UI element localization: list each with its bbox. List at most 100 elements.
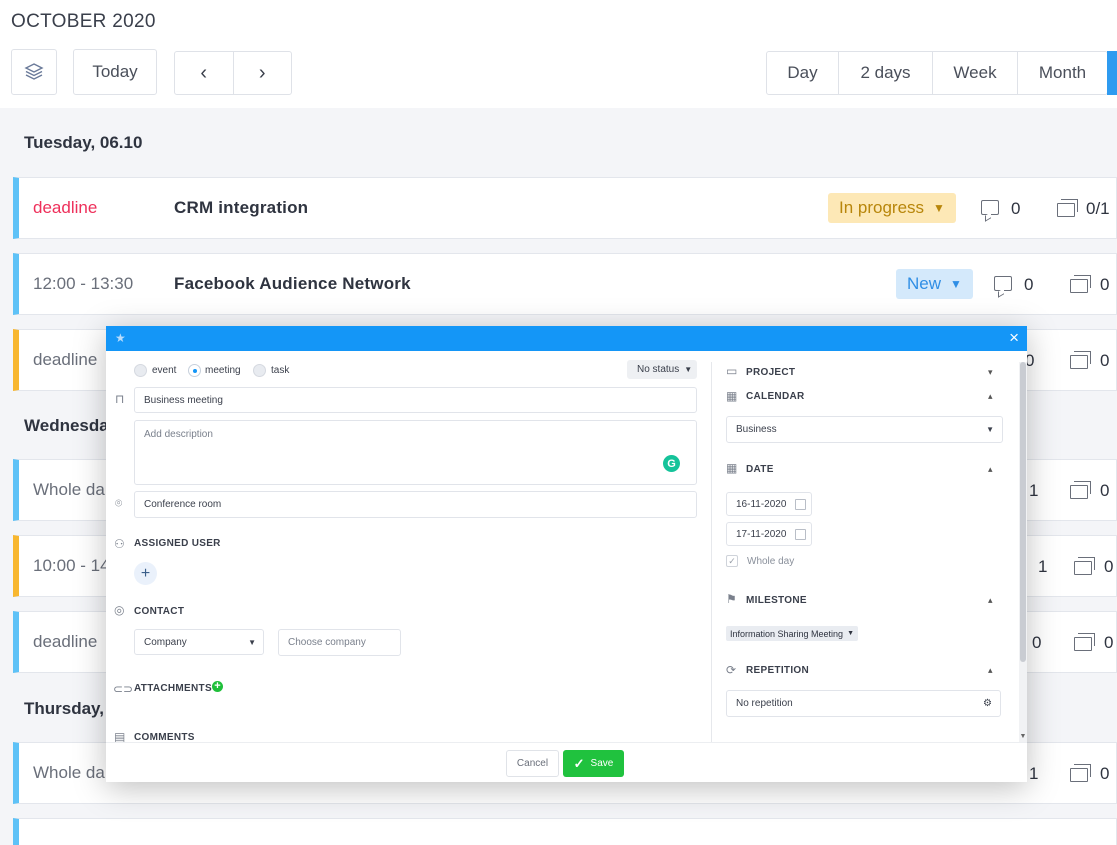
end-date-input[interactable]: 17-11-2020 — [726, 522, 812, 546]
save-button[interactable]: ✓ Save — [563, 750, 624, 777]
calendar-header: OCTOBER 2020 Today ‹ › Day 2 days Week M… — [0, 0, 1117, 108]
view-list-button[interactable] — [1107, 51, 1117, 95]
comment-count: 0 — [1011, 199, 1021, 218]
view-day-button[interactable]: Day — [767, 52, 838, 94]
project-heading: PROJECT — [746, 367, 796, 378]
chevron-up-icon[interactable]: ▴ — [988, 464, 993, 475]
title-input[interactable]: Business meeting — [134, 387, 697, 413]
date-navigation: ‹ › — [174, 51, 292, 95]
subtask-count: 0 — [1100, 275, 1110, 294]
type-label-task: task — [271, 365, 290, 376]
calendar-value: Business — [736, 424, 777, 435]
prev-button[interactable]: ‹ — [175, 52, 233, 94]
day-heading: Wednesday — [24, 416, 119, 435]
save-label: Save — [590, 758, 614, 769]
check-icon: ✓ — [573, 755, 585, 771]
status-dropdown[interactable]: New ▼ — [896, 269, 973, 299]
cancel-button[interactable]: Cancel — [506, 750, 559, 777]
type-radio-event[interactable] — [134, 364, 147, 377]
milestone-select[interactable]: Information Sharing Meeting ▼ — [726, 626, 858, 641]
clipboard-icon: ▭ — [726, 364, 738, 378]
chevron-up-icon[interactable]: ▴ — [988, 391, 993, 402]
location-input[interactable]: Conference room — [134, 491, 697, 518]
subtasks-icon — [1074, 557, 1095, 575]
repeat-icon: ⟳ — [726, 663, 737, 677]
calendar-heading: CALENDAR — [746, 391, 805, 402]
contact-type-select[interactable]: Company ▼ — [134, 629, 264, 655]
add-attachment-button[interactable]: + — [212, 681, 223, 692]
status-dropdown[interactable]: In progress ▼ — [828, 193, 956, 223]
status-label: In progress — [839, 198, 925, 217]
modal-scrollbar[interactable]: ▼ — [1019, 362, 1027, 742]
subtask-count: 0 — [1104, 557, 1114, 576]
chevron-down-icon: ▼ — [248, 637, 256, 647]
event-title: Facebook Audience Network — [174, 274, 411, 293]
month-title: OCTOBER 2020 — [11, 11, 156, 32]
chevron-down-icon: ▼ — [684, 365, 693, 374]
event-row[interactable] — [13, 818, 1117, 845]
chevron-right-icon: › — [258, 61, 266, 84]
scrollbar-thumb[interactable] — [1020, 362, 1026, 662]
comment-count: 0 — [1032, 633, 1042, 652]
status-select-value: No status — [637, 364, 680, 375]
date-heading: DATE — [746, 464, 774, 475]
subtask-count: 0 — [1100, 481, 1110, 500]
whole-day-checkbox[interactable]: ✓ — [726, 555, 738, 567]
repetition-value: No repetition — [736, 698, 793, 709]
layers-button[interactable] — [11, 49, 57, 95]
calendar-icon: ▦ — [726, 389, 738, 403]
event-row[interactable]: deadline CRM integration In progress ▼ 0 … — [13, 177, 1117, 239]
type-radio-task[interactable] — [253, 364, 266, 377]
comment-count: 1 — [1029, 764, 1039, 783]
view-2days-button[interactable]: 2 days — [838, 52, 932, 94]
add-user-button[interactable]: + — [134, 562, 157, 585]
calendar-select[interactable]: Business ▼ — [726, 416, 1003, 443]
subtasks-icon — [1057, 199, 1078, 217]
type-label-event: event — [152, 365, 177, 376]
scroll-down-icon[interactable]: ▼ — [1019, 733, 1027, 740]
repetition-select[interactable]: No repetition ⚙ — [726, 690, 1001, 717]
chevron-down-icon: ▼ — [933, 201, 945, 215]
subtask-count: 0 — [1100, 351, 1110, 370]
chevron-down-icon[interactable]: ▾ — [988, 367, 993, 378]
company-input[interactable]: Choose company — [278, 629, 401, 656]
start-date-value: 16-11-2020 — [736, 498, 787, 510]
description-input[interactable]: Add description — [134, 420, 697, 485]
subtasks-icon — [1070, 481, 1091, 499]
view-week-button[interactable]: Week — [932, 52, 1017, 94]
whole-day-label: Whole day — [747, 556, 795, 567]
today-button[interactable]: Today — [73, 49, 157, 95]
subtask-count: 0 — [1100, 764, 1110, 783]
event-time: deadline — [33, 350, 98, 369]
location-pin-icon: ⌾ — [115, 496, 123, 510]
star-icon[interactable]: ★ — [115, 331, 126, 345]
grammarly-icon[interactable]: G — [663, 455, 680, 472]
gear-icon[interactable]: ⚙ — [983, 698, 992, 709]
event-time: 12:00 - 13:30 — [33, 274, 134, 293]
event-row[interactable]: 12:00 - 13:30 Facebook Audience Network … — [13, 253, 1117, 315]
assigned-user-heading: ASSIGNED USER — [134, 538, 221, 549]
event-time: deadline — [33, 632, 98, 651]
close-icon[interactable]: × — [1009, 328, 1019, 348]
event-time: Whole da — [33, 763, 105, 782]
presentation-icon: ⊓ — [115, 392, 125, 406]
start-date-input[interactable]: 16-11-2020 — [726, 492, 812, 516]
chevron-up-icon[interactable]: ▴ — [988, 595, 993, 606]
chevron-down-icon: ▼ — [847, 630, 854, 637]
users-icon: ⚇ — [114, 537, 125, 551]
view-switcher: Day 2 days Week Month — [766, 51, 1108, 95]
comment-count: 0 — [1024, 275, 1034, 294]
chevron-up-icon[interactable]: ▴ — [988, 665, 993, 676]
status-label: New — [907, 274, 942, 293]
milestone-value: Information Sharing Meeting — [730, 628, 844, 639]
contact-icon: ◎ — [114, 603, 125, 617]
chevron-left-icon: ‹ — [200, 61, 208, 84]
layers-icon — [24, 63, 44, 80]
comment-icon — [981, 200, 999, 215]
status-select[interactable]: No status ▼ — [627, 360, 697, 379]
view-month-button[interactable]: Month — [1017, 52, 1107, 94]
chevron-down-icon: ▼ — [950, 277, 962, 291]
repetition-heading: REPETITION — [746, 665, 810, 676]
next-button[interactable]: › — [232, 52, 292, 94]
type-radio-meeting[interactable] — [188, 364, 201, 377]
